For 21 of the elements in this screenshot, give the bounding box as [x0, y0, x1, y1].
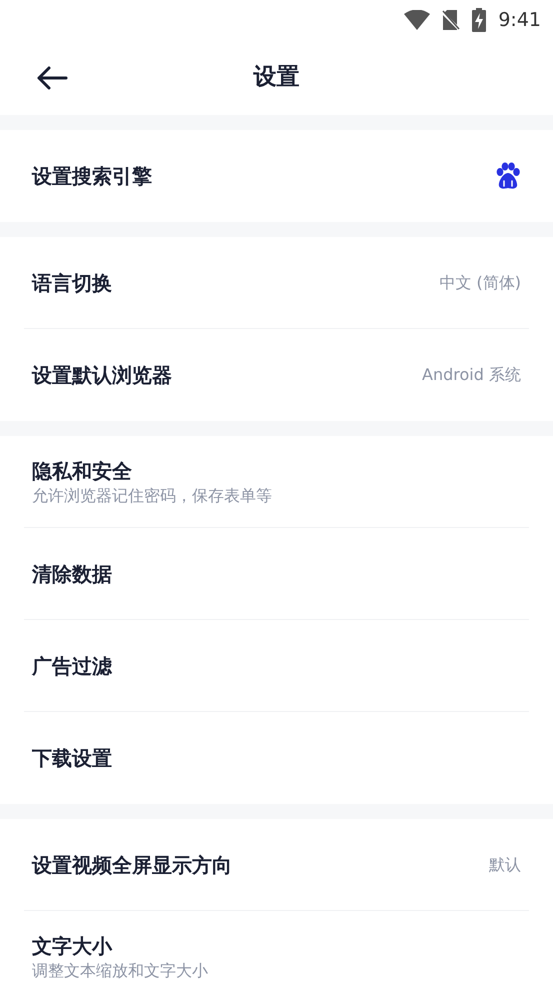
back-arrow-icon [36, 66, 68, 90]
item-value: 默认 [489, 854, 521, 876]
item-title: 设置视频全屏显示方向 [32, 852, 232, 879]
no-sim-icon [442, 9, 460, 31]
item-title: 下载设置 [32, 745, 112, 772]
item-title: 设置搜索引擎 [32, 163, 152, 190]
item-title: 清除数据 [32, 561, 112, 588]
page-title: 设置 [254, 63, 300, 92]
item-title: 广告过滤 [32, 653, 112, 680]
paw-icon [495, 162, 521, 190]
item-subtitle: 允许浏览器记住密码，保存表单等 [32, 485, 272, 507]
item-title: 文字大小 [32, 933, 114, 960]
item-subtitle: 调整文本缩放和文字大小 [32, 960, 208, 982]
battery-charging-icon [472, 8, 486, 32]
status-time: 9:41 [498, 8, 541, 33]
item-value: Android 系统 [422, 364, 521, 386]
item-value: 中文 (简体) [439, 272, 521, 294]
item-title: 语言切换 [32, 270, 112, 297]
wifi-icon [404, 10, 430, 30]
item-title: 设置默认浏览器 [32, 362, 172, 389]
item-title: 隐私和安全 [32, 458, 133, 485]
